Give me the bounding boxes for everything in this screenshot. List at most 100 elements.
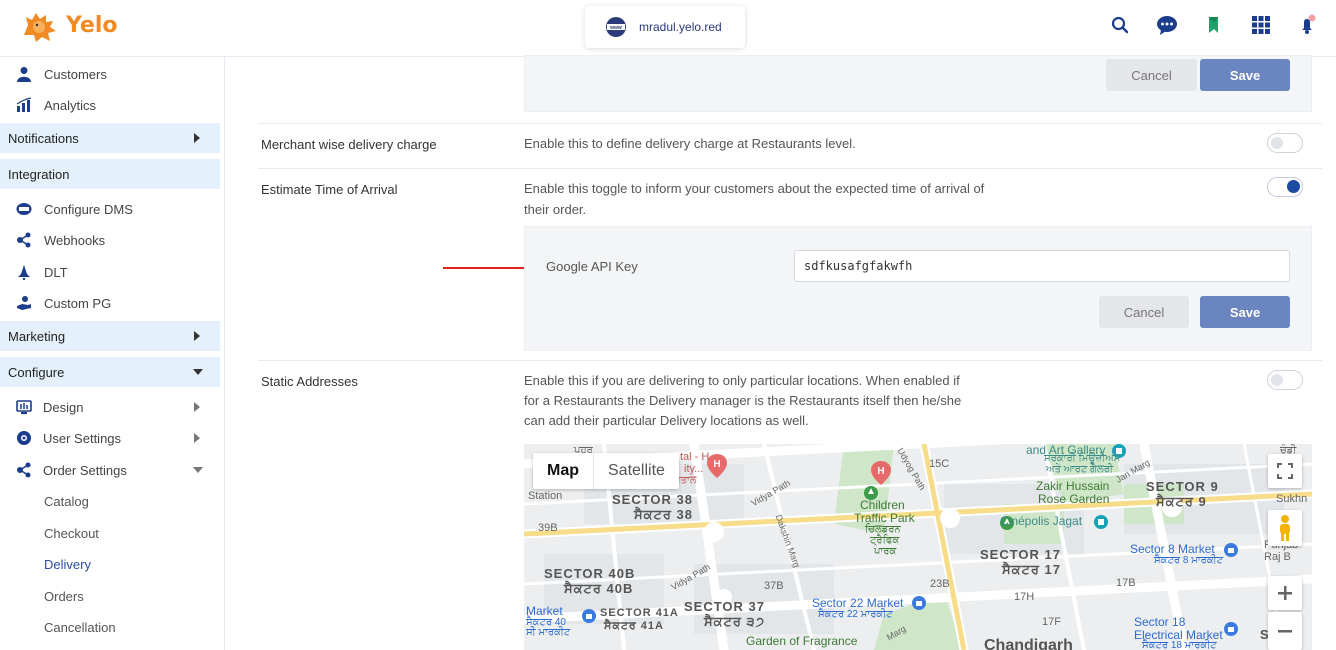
map-poi-sector8-market-pa: ਸੈਕਟਰ 8 ਮਾਰਕੀਟ <box>1154 555 1224 566</box>
zoom-in-icon[interactable] <box>1268 576 1302 610</box>
map-view[interactable]: H H SECTOR 38 ਸੈਕਟਰ 38 SECTOR 40B ਸੈਕਟਰ … <box>524 444 1312 650</box>
brand-name: Yelo <box>66 12 118 38</box>
setting-description-line2: their order. <box>524 202 587 217</box>
map-poi-hospital-2: ity... <box>684 463 704 475</box>
map-road-39b: 39B <box>538 522 558 534</box>
map-poi-cinepolis: Cinépolis Jagat <box>1000 514 1083 528</box>
svg-text:H: H <box>877 466 884 477</box>
sidebar-item-checkout[interactable]: Checkout <box>44 526 99 541</box>
setting-description-line3: can add their particular Delivery locati… <box>524 413 809 428</box>
sidebar-item-label: Analytics <box>44 97 97 113</box>
fullscreen-icon[interactable] <box>1268 454 1302 488</box>
map-road-17b: 17B <box>1116 577 1136 589</box>
map-poi-art-gallery-pa1: ਸਰਕਾਰੀ ਮਿਊਜ਼ੀਅਮ <box>1044 453 1121 464</box>
sidebar-item-analytics[interactable]: Analytics <box>0 91 220 119</box>
apps-grid-icon[interactable] <box>1249 13 1273 37</box>
map-poi-children-park-pa1: ਚਿਲਡਰਨ <box>865 524 901 535</box>
cinema-pin-icon <box>1094 515 1108 529</box>
eta-cancel-button[interactable]: Cancel <box>1099 296 1189 328</box>
map-poi-sector18-market: Sector 18 <box>1134 615 1186 629</box>
cancel-button[interactable]: Cancel <box>1106 59 1197 91</box>
map-tab-map[interactable]: Map <box>533 453 594 489</box>
brand-logo[interactable]: Yelo <box>20 7 118 43</box>
sidebar-item-order-settings[interactable]: Order Settings <box>0 456 220 484</box>
sidebar-item-catalog[interactable]: Catalog <box>44 494 89 509</box>
map-poi-market: Market <box>526 604 563 618</box>
zoom-out-icon[interactable] <box>1268 612 1302 650</box>
google-api-key-input[interactable]: sdfkusafgfakwfh <box>794 250 1290 282</box>
sidebar: Customers Analytics Notifications Integr… <box>0 57 225 650</box>
toggle-knob <box>1271 374 1283 386</box>
map-label-sector40b-pa: ਸੈਕਟਰ 40B <box>564 581 634 596</box>
sidebar-section-configure[interactable]: Configure <box>0 357 220 387</box>
shopping-pin-icon <box>1224 543 1238 557</box>
street-view-pegman-icon[interactable] <box>1268 510 1302 546</box>
notification-icon[interactable] <box>1296 13 1320 37</box>
chevron-down-icon <box>193 369 203 375</box>
map-poi-market40-pa2: ਸੀ ਮਾਰਕੀਟ <box>526 627 571 638</box>
webhooks-icon <box>17 232 31 248</box>
chat-support-icon[interactable] <box>1155 13 1179 37</box>
section-label: Integration <box>8 166 70 182</box>
caret-right-icon <box>194 133 200 143</box>
map-label-sector41a: SECTOR 41A <box>600 607 679 619</box>
search-icon[interactable] <box>1108 13 1132 37</box>
map-poi-hospital: tal - H <box>680 451 710 463</box>
dlt-icon <box>18 265 30 280</box>
section-label: Configure <box>8 364 65 380</box>
eta-toggle[interactable] <box>1267 177 1303 197</box>
map-poi-station: Station <box>528 490 563 502</box>
sidebar-section-integration[interactable]: Integration <box>0 159 220 189</box>
header-actions <box>1108 13 1336 37</box>
sidebar-section-marketing[interactable]: Marketing <box>0 321 220 351</box>
user-settings-icon <box>17 431 31 445</box>
www-globe-icon: www <box>606 17 626 37</box>
sidebar-item-design[interactable]: Design <box>0 393 220 421</box>
map-poi-art-gallery-pa2: ਅਤੇ ਆਰਟ ਗੈਲਰੀ <box>1046 464 1113 475</box>
setting-title-eta: Estimate Time of Arrival <box>261 182 398 197</box>
dms-icon <box>16 203 32 215</box>
sidebar-item-orders[interactable]: Orders <box>44 589 84 604</box>
chevron-down-icon <box>193 467 203 473</box>
map-poi-zakir-garden-2: Rose Garden <box>1038 492 1110 506</box>
order-settings-icon <box>17 462 31 478</box>
map-road-17f: 17F <box>1042 616 1061 628</box>
sidebar-item-configure-dms[interactable]: Configure DMS <box>0 195 220 223</box>
map-poi-children-park: Children <box>860 498 905 512</box>
sidebar-section-notifications[interactable]: Notifications <box>0 123 220 153</box>
sidebar-item-customers[interactable]: Customers <box>0 60 220 88</box>
domain-link[interactable]: www mradul.yelo.red <box>585 6 745 48</box>
map-road-23b: 23B <box>930 578 950 590</box>
map-road-15c: 15C <box>929 458 950 470</box>
toggle-knob <box>1287 180 1300 193</box>
row-divider <box>258 123 1322 124</box>
sidebar-item-user-settings[interactable]: User Settings <box>0 424 220 452</box>
sidebar-item-webhooks[interactable]: Webhooks <box>0 226 220 254</box>
map-poi-zakir-garden: Zakir Hussain <box>1036 479 1110 493</box>
merchant-delivery-charge-toggle[interactable] <box>1267 133 1303 153</box>
row-divider <box>258 168 1322 169</box>
map-poi-sector8-market: Sector 8 Market <box>1130 542 1215 556</box>
map-label-sector9-pa: ਸੈਕਟਰ 9 <box>1156 494 1207 509</box>
sidebar-item-cancellation[interactable]: Cancellation <box>44 620 116 635</box>
hospital-pin-icon: H <box>871 461 891 485</box>
map-label-sector38-pa: ਸੈਕਟਰ 38 <box>634 507 693 522</box>
setting-description-line2: for a Restaurants the Delivery manager i… <box>524 393 962 408</box>
customers-icon <box>17 67 31 82</box>
map-tab-satellite[interactable]: Satellite <box>594 453 679 489</box>
eta-save-button[interactable]: Save <box>1200 296 1290 328</box>
sidebar-item-delivery[interactable]: Delivery <box>44 557 91 572</box>
caret-right-icon <box>194 331 200 341</box>
svg-text:www: www <box>609 25 622 31</box>
static-addresses-toggle[interactable] <box>1267 370 1303 390</box>
map-label-sector40b: SECTOR 40B <box>544 566 636 581</box>
caret-right-icon <box>194 402 200 412</box>
google-api-key-label: Google API Key <box>546 259 638 274</box>
bookmark-icon[interactable] <box>1202 13 1226 37</box>
main-content: Cancel Save Merchant wise delivery charg… <box>226 55 1336 650</box>
sidebar-item-dlt[interactable]: DLT <box>0 258 220 286</box>
save-button[interactable]: Save <box>1200 59 1290 91</box>
map-road-37b: 37B <box>764 580 784 592</box>
sidebar-item-custom-pg[interactable]: Custom PG <box>0 289 220 317</box>
shopping-pin-icon <box>582 609 596 623</box>
